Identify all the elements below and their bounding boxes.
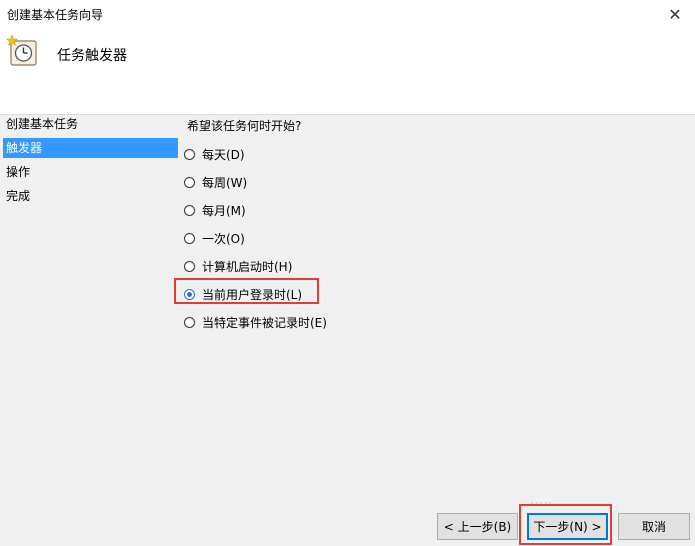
radio-at-startup[interactable] (184, 260, 195, 272)
radio-monthly[interactable] (184, 204, 195, 216)
clock-task-icon (6, 34, 37, 66)
option-weekly[interactable]: 每周(W) (184, 172, 247, 192)
option-once[interactable]: 一次(O) (184, 228, 245, 248)
trigger-question: 希望该任务何时开始? (187, 119, 302, 133)
radio-weekly[interactable] (184, 176, 195, 188)
option-label: 当特定事件被记录时(E) (202, 315, 327, 330)
wizard-header: 任务触发器 (0, 28, 695, 115)
radio-daily[interactable] (184, 148, 195, 160)
nav-item-action[interactable]: 操作 (3, 162, 178, 182)
title-bar: 创建基本任务向导 ✕ (0, 0, 695, 28)
close-icon[interactable]: ✕ (655, 0, 695, 28)
next-button[interactable]: 下一步(N) > (527, 513, 608, 540)
option-label: 每周(W) (202, 175, 248, 190)
radio-once[interactable] (184, 232, 195, 244)
option-label: 一次(O) (202, 231, 245, 246)
radio-on-event[interactable] (184, 316, 195, 328)
annotation-highlight-logon (174, 278, 319, 304)
nav-item-trigger[interactable]: 触发器 (3, 138, 178, 158)
option-label: 每天(D) (202, 147, 245, 162)
page-title: 任务触发器 (57, 48, 127, 64)
option-daily[interactable]: 每天(D) (184, 144, 245, 164)
cancel-button[interactable]: 取消 (618, 513, 690, 540)
option-label: 每月(M) (202, 203, 246, 218)
nav-item-finish[interactable]: 完成 (3, 186, 178, 206)
window-title: 创建基本任务向导 (7, 8, 104, 22)
option-on-event[interactable]: 当特定事件被记录时(E) (184, 312, 327, 332)
wizard-steps-nav: 创建基本任务 触发器 操作 完成 (3, 114, 178, 210)
nav-item-create-basic-task[interactable]: 创建基本任务 (3, 114, 178, 134)
back-button[interactable]: < 上一步(B) (437, 513, 518, 540)
option-label: 计算机启动时(H) (202, 259, 293, 274)
option-monthly[interactable]: 每月(M) (184, 200, 246, 220)
option-at-startup[interactable]: 计算机启动时(H) (184, 256, 292, 276)
wizard-window: 创建基本任务向导 ✕ 任务触发器 创建基本任务 触发器 操作 完成 希望该任务何… (0, 0, 695, 546)
